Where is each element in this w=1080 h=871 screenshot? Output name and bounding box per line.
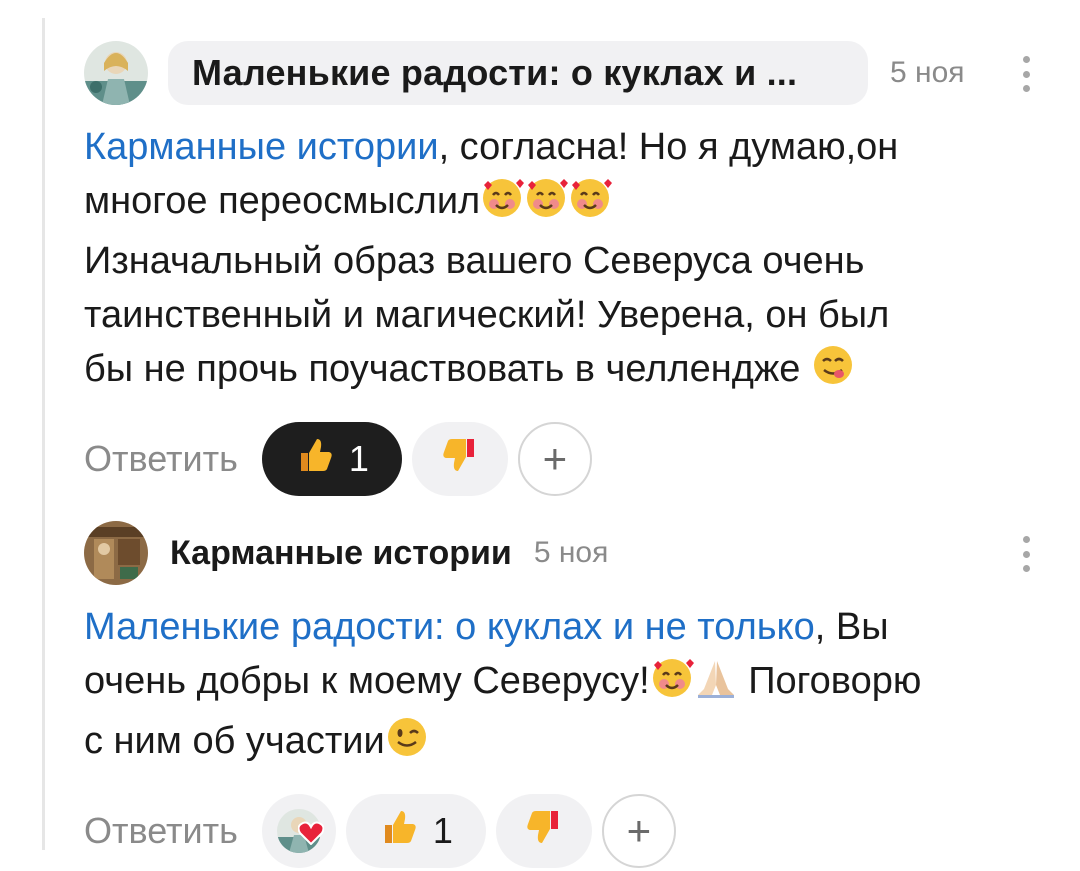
like-count: 1 (432, 810, 453, 851)
kebab-menu-icon[interactable] (1020, 536, 1032, 572)
comment-date: 5 ноя (533, 536, 609, 569)
author-name[interactable]: Маленькие радости: о куклах и ... (168, 41, 868, 105)
avatar[interactable] (84, 41, 148, 105)
text-line: с ним об участии (84, 720, 385, 762)
text-line: , согласна! Но я думаю,он (438, 126, 899, 168)
thumbs-up-icon (379, 807, 419, 856)
add-reaction-button[interactable]: + (601, 794, 676, 868)
text-line: многое переосмыслил (84, 180, 481, 222)
heart-icon (297, 812, 325, 854)
text-line: таинственный и магический! Уверена, он б… (84, 294, 890, 336)
comment: Карманные истории 5 ноя Маленькие радост… (84, 520, 1044, 868)
mention-link[interactable]: Маленькие радости: о куклах и не только (84, 606, 815, 648)
thumbs-down-icon (524, 807, 564, 856)
text-line: , Вы (814, 606, 889, 648)
avatar[interactable] (84, 521, 148, 585)
reply-button[interactable]: Ответить (84, 438, 238, 480)
smiling-face-with-hearts-emoji (480, 175, 613, 234)
thumbs-up-icon (295, 435, 335, 484)
text-line: бы не прочь поучаствовать в челлендже (84, 348, 811, 390)
author-reaction[interactable] (261, 794, 336, 868)
plus-icon: + (626, 807, 652, 854)
reply-button[interactable]: Ответить (84, 810, 238, 852)
comment-header: Карманные истории 5 ноя (84, 520, 1044, 586)
thread-line (42, 18, 45, 850)
comment-header: Маленькие радости: о куклах и ... 5 ноя (84, 40, 1044, 106)
comment-text: Карманные истории, согласна! Но я думаю,… (84, 120, 1024, 402)
author-name[interactable]: Карманные истории (170, 534, 512, 573)
like-button[interactable]: 1 (345, 794, 486, 868)
kebab-menu-icon[interactable] (1020, 56, 1032, 92)
comment-actions: Ответить 1 + (84, 794, 1044, 868)
add-reaction-button[interactable]: + (517, 422, 592, 496)
folded-hands-emoji (694, 655, 738, 714)
comment-actions: Ответить 1 + (84, 422, 1044, 496)
winking-face-emoji (385, 715, 429, 774)
thumbs-down-icon (440, 435, 480, 484)
text-line: Поговорю (737, 660, 922, 702)
yum-face-emoji (811, 343, 855, 402)
dislike-button[interactable] (411, 422, 508, 496)
like-button[interactable]: 1 (261, 422, 402, 496)
mention-link[interactable]: Карманные истории (84, 126, 439, 168)
comment-date: 5 ноя (890, 56, 965, 89)
text-line: Изначальный образ вашего Северуса очень (84, 240, 865, 282)
smiling-face-with-hearts-emoji (650, 655, 694, 714)
plus-icon: + (542, 435, 568, 482)
comment: Маленькие радости: о куклах и ... 5 ноя … (84, 40, 1044, 496)
comment-text: Маленькие радости: о куклах и не только,… (84, 600, 1024, 774)
like-count: 1 (348, 438, 369, 479)
dislike-button[interactable] (495, 794, 592, 868)
text-line: очень добры к моему Северусу! (84, 660, 650, 702)
